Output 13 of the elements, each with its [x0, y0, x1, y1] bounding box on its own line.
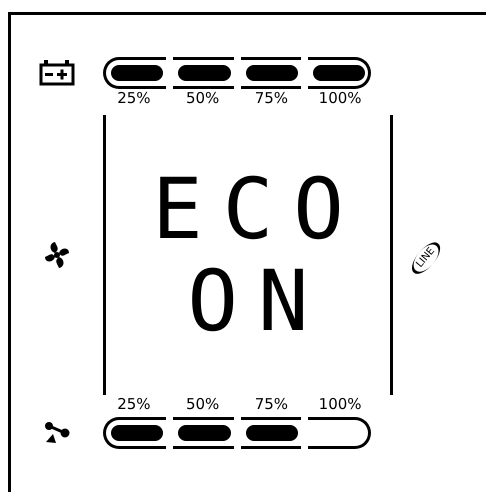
- fan-icon: [44, 241, 70, 269]
- level-label: 50%: [184, 395, 220, 413]
- level-label: 25%: [116, 395, 152, 413]
- level-label: 75%: [254, 395, 290, 413]
- display-text: ECO: [152, 167, 364, 251]
- level-label: 75%: [254, 89, 290, 107]
- load-icon: [44, 422, 70, 444]
- battery-icon: [39, 60, 75, 86]
- display-text: ON: [187, 259, 329, 343]
- level-label: 25%: [116, 89, 152, 107]
- level-label: 50%: [184, 89, 220, 107]
- level-label: 100%: [318, 89, 363, 107]
- level-label: 100%: [318, 395, 363, 413]
